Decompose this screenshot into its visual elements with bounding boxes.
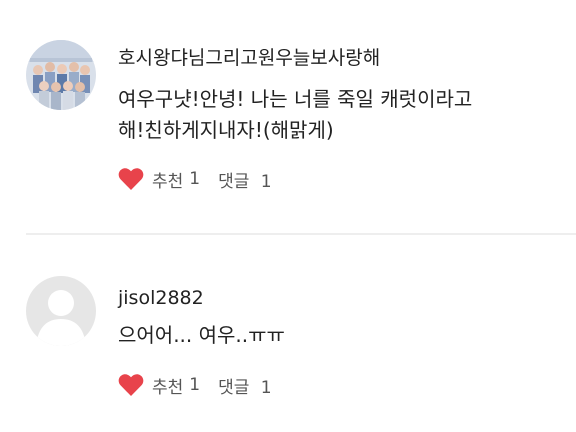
recommend-label: 추천 [152,171,184,192]
comment-body: 여우구냣!안녕! 나는 너를 죽일 캐럿이라고 해!친하게지내자!(해맑게) [118,84,568,146]
group-photo-icon [26,40,96,110]
reply-button[interactable]: 댓글 1 [218,373,272,398]
comment-list: 호시왕댜님그리고원우늘보사랑해 여우구냣!안녕! 나는 너를 죽일 캐럿이라고 … [0,0,576,432]
comment-body-line: 으어어... 여우..ㅠㅠ [118,323,285,347]
comment-actions: 추천 1 댓글 1 [118,166,272,192]
recommend-button[interactable]: 추천 1 [118,167,200,192]
recommend-count: 1 [189,375,201,395]
comment-divider [26,233,576,235]
reply-label: 댓글 [218,377,250,398]
comment-body: 으어어... 여우..ㅠㅠ [118,320,568,351]
comment-author[interactable]: 호시왕댜님그리고원우늘보사랑해 [118,46,380,70]
reply-count: 1 [260,171,272,192]
reply-button[interactable]: 댓글 1 [218,167,272,192]
comment-actions: 추천 1 댓글 1 [118,372,272,398]
recommend-count: 1 [189,169,201,189]
heart-icon [118,374,144,396]
comment-item: jisol2882 으어어... 여우..ㅠㅠ 추천 1 댓글 1 [0,236,576,432]
avatar[interactable] [26,40,96,110]
default-profile-icon [26,276,96,346]
recommend-label: 추천 [152,377,184,398]
recommend-button[interactable]: 추천 1 [118,373,200,398]
comment-body-line: 해!친하게지내자!(해맑게) [118,118,334,142]
reply-count: 1 [260,377,272,398]
heart-icon [118,168,144,190]
comment-body-line: 여우구냣!안녕! 나는 너를 죽일 캐럿이라고 [118,87,473,111]
comment-item: 호시왕댜님그리고원우늘보사랑해 여우구냣!안녕! 나는 너를 죽일 캐럿이라고 … [0,0,576,232]
comment-author[interactable]: jisol2882 [118,286,204,310]
reply-label: 댓글 [218,171,250,192]
avatar[interactable] [26,276,96,346]
